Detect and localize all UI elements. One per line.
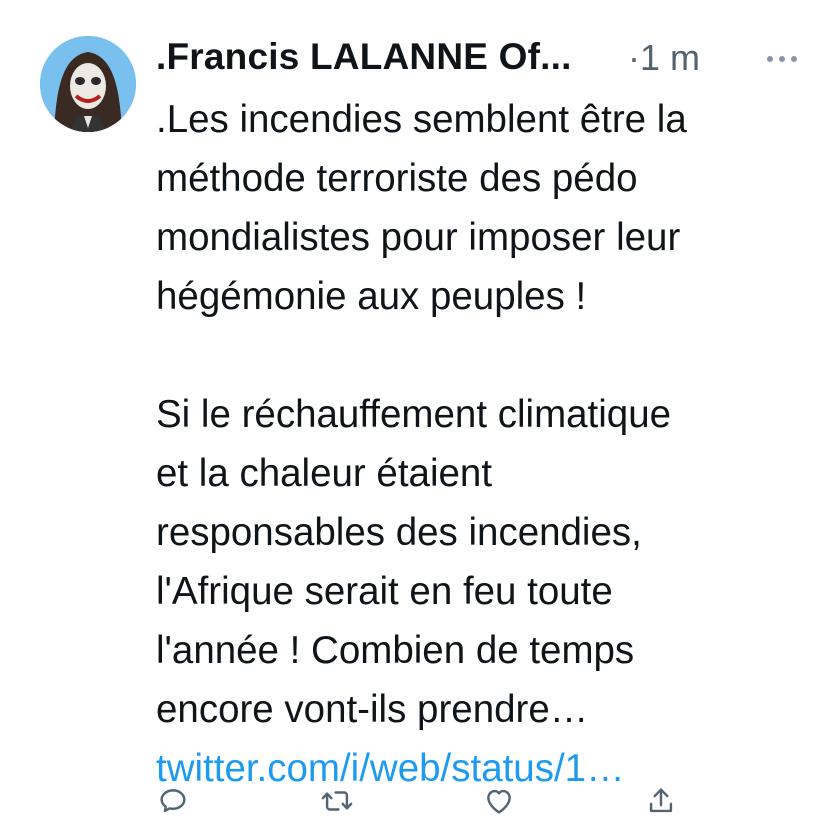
author-name[interactable]: .Francis LALANNE Of... [156, 36, 572, 78]
avatar-image [40, 36, 136, 132]
retweet-button[interactable] [320, 784, 354, 818]
timestamp[interactable]: ·1 m [628, 37, 700, 79]
tweet-actions [156, 784, 686, 818]
tweet-text-line: l'Afrique serait en feu toute [156, 570, 613, 613]
share-icon [649, 788, 673, 813]
tweet-text-line: .Les incendies semblent être la [156, 98, 687, 141]
tweet-paragraph-1: .Les incendies semblent être la méthode … [156, 90, 806, 326]
tweet-header: .Francis LALANNE Of... ·1 m [156, 34, 816, 84]
reply-button[interactable] [156, 784, 190, 818]
tweet-text-line: méthode terroriste des pédo [156, 157, 638, 200]
tweet-text-line: hégémonie aux peuples ! [156, 275, 587, 318]
tweet-paragraph-2: Si le réchauffement climatique et la cha… [156, 385, 806, 739]
reply-icon [160, 789, 186, 813]
heart-icon [487, 789, 511, 814]
retweet-icon [321, 791, 353, 811]
tweet-text-line: l'année ! Combien de temps [156, 629, 635, 672]
tweet[interactable]: .Francis LALANNE Of... ·1 m .Les incendi… [0, 0, 827, 827]
tweet-text-line: mondialistes pour imposer leur [156, 216, 681, 259]
tweet-text: .Les incendies semblent être la méthode … [156, 90, 806, 798]
more-options-icon[interactable] [762, 52, 802, 66]
share-button[interactable] [644, 784, 678, 818]
tweet-text-line: et la chaleur étaient [156, 452, 493, 495]
tweet-text-line: responsables des incendies, [156, 511, 642, 554]
tweet-text-line: encore vont-ils prendre… [156, 688, 589, 731]
tweet-text-line: Si le réchauffement climatique [156, 393, 672, 436]
author-avatar[interactable] [40, 36, 136, 132]
like-button[interactable] [482, 784, 516, 818]
